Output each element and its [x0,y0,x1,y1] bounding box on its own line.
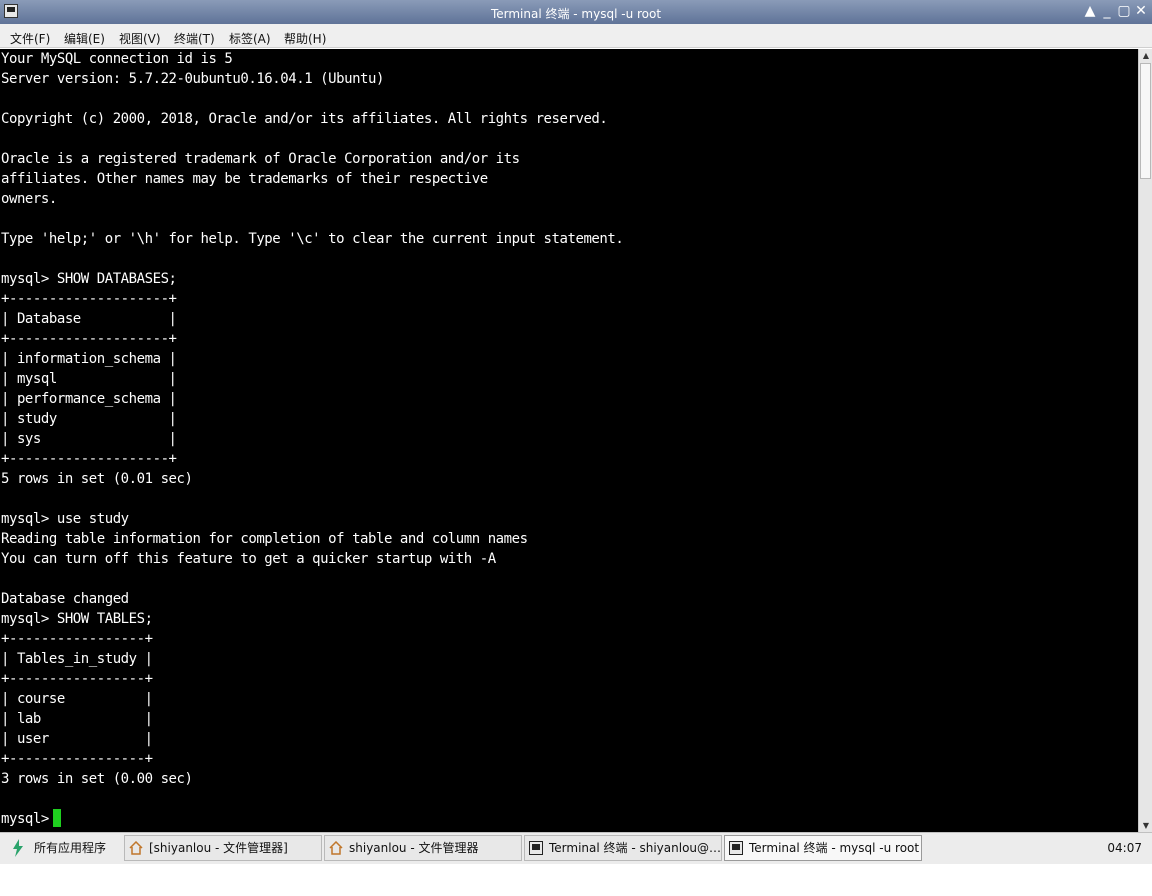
scroll-up-icon[interactable]: ▲ [1140,49,1152,62]
taskbar-item-terminal-1[interactable]: Terminal 终端 - shiyanlou@… [524,835,722,861]
taskbar-item-label: Terminal 终端 - shiyanlou@… [549,841,722,855]
taskbar-item-file-manager-1[interactable]: [shiyanlou - 文件管理器] [124,835,322,861]
scroll-down-icon[interactable]: ▼ [1140,819,1152,832]
menu-help[interactable]: 帮助(H) [284,30,326,47]
minimize-window-icon[interactable]: _ [1099,3,1115,19]
home-icon [329,841,343,855]
taskbar-item-label: shiyanlou - 文件管理器 [349,841,479,855]
terminal-cursor [52,809,61,827]
menu-edit[interactable]: 编辑(E) [64,30,105,47]
menu-bar: 文件(F) 编辑(E) 视图(V) 终端(T) 标签(A) 帮助(H) [0,24,1152,48]
terminal-scrollbar[interactable]: ▲ ▼ [1138,49,1152,832]
applications-menu-label: 所有应用程序 [34,841,107,855]
terminal-output: Your MySQL connection id is 5 Server ver… [1,51,624,787]
shade-window-icon[interactable]: ▲ [1082,3,1098,19]
maximize-window-icon[interactable]: ▢ [1116,3,1132,19]
close-window-icon[interactable]: ✕ [1133,3,1149,19]
scrollbar-thumb[interactable] [1140,63,1151,179]
menu-file[interactable]: 文件(F) [10,30,50,47]
taskbar-item-label: Terminal 终端 - mysql -u root [749,841,920,855]
taskbar-item-file-manager-2[interactable]: shiyanlou - 文件管理器 [324,835,522,861]
taskbar-clock[interactable]: 04:07 [1107,841,1142,855]
menu-view[interactable]: 视图(V) [119,30,161,47]
taskbar: 所有应用程序 [shiyanlou - 文件管理器] shiyanlou - 文… [0,832,1152,864]
menu-tabs[interactable]: 标签(A) [229,30,271,47]
terminal-prompt-line[interactable]: mysql> [1,809,61,829]
window-title: Terminal 终端 - mysql -u root [490,7,662,21]
terminal-icon [529,841,543,855]
window-titlebar[interactable]: Terminal 终端 - mysql -u root ▲ _ ▢ ✕ [0,0,1152,24]
terminal-icon [729,841,743,855]
terminal-viewport[interactable]: Your MySQL connection id is 5 Server ver… [0,49,1138,832]
applications-menu-button[interactable]: 所有应用程序 [4,835,106,861]
taskbar-item-terminal-2[interactable]: Terminal 终端 - mysql -u root [724,835,922,861]
taskbar-item-label: [shiyanlou - 文件管理器] [149,841,288,855]
terminal-prompt: mysql> [1,811,49,827]
home-icon [129,841,143,855]
apps-logo-icon [13,839,23,857]
desktop-background [0,864,1152,896]
menu-terminal[interactable]: 终端(T) [174,30,215,47]
